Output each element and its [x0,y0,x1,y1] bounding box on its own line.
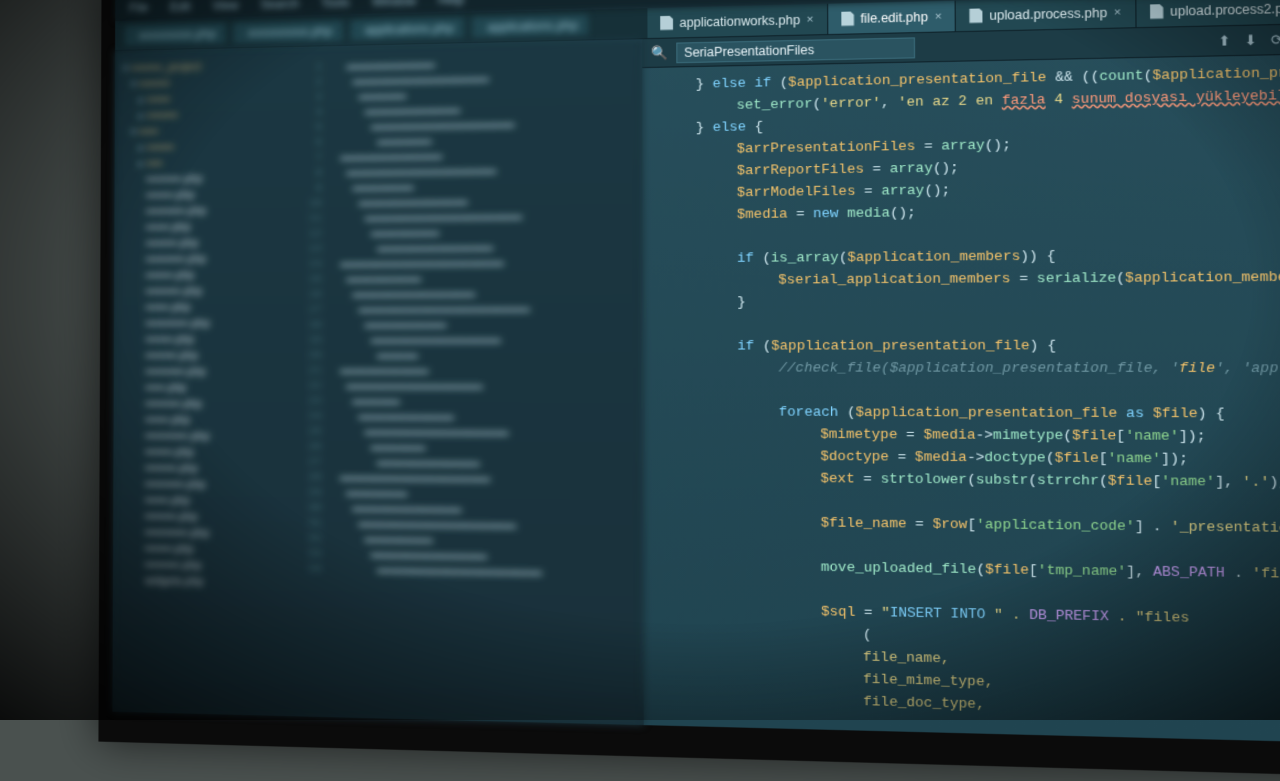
tab-upload-process-php[interactable]: upload.process.php × [956,0,1136,31]
close-icon[interactable]: × [935,10,942,23]
menu-view[interactable]: View [213,0,239,12]
menu-window[interactable]: Window [372,0,416,8]
tree-file[interactable]: ▪▪▪▪▪▪▪▪.php [122,235,293,253]
close-icon[interactable]: × [1114,6,1121,19]
code-line: //check_file($application_presentation_f… [656,357,1280,380]
menu-file[interactable]: File [129,0,148,14]
code-line: 18▬▬▬▬▬▬▬▬▬▬▬▬ [308,317,634,333]
tree-file[interactable]: ▪▪▪▪▪▪.php [121,492,293,510]
code-line: 19▬▬▬▬▬▬▬▬▬▬▬▬▬▬▬▬▬▬▬ [308,333,634,349]
file-icon [1150,4,1164,19]
tab-blurred[interactable]: xxxxxxxxxx.php [234,20,343,43]
tree-file[interactable]: ▪▪▪▪▪▪▪▪▪.php [122,283,293,300]
code-line: 23▬▬▬▬▬▬▬ [307,395,633,411]
tab-file-edit-php[interactable]: file.edit.php × [828,1,957,34]
code-line [656,310,1280,335]
menu-edit[interactable]: Edit [170,0,191,13]
tree-file[interactable]: ▪▪▪▪▪▪▪▪.php [122,348,294,364]
code-line: 16▬▬▬▬▬▬▬▬▬▬▬▬▬▬▬▬▬▬ [308,286,634,303]
tab-blurred[interactable]: applications.php [350,17,464,40]
tree-file[interactable]: ▪▪▪▪▪▪▪.php [122,332,294,348]
code-area[interactable]: } else if ($application_presentation_fil… [642,51,1280,748]
tree-file[interactable]: ▪▪▪▪▪▪▪.php [122,186,293,204]
work-area: ▪▪▪▪▪▪▪▪_project▪▪▪▪▪▪▪▪▪▪▪▪▪▪▪▪▪▪▪▪▪▪▪▪… [112,20,1280,747]
tree-file[interactable]: ▪▪▪▪▪▪▪.php [121,444,293,461]
find-next-icon[interactable]: ⬇ [1242,29,1259,51]
find-input[interactable] [676,37,915,63]
left-blurred-panels: ▪▪▪▪▪▪▪▪_project▪▪▪▪▪▪▪▪▪▪▪▪▪▪▪▪▪▪▪▪▪▪▪▪… [112,39,643,725]
tree-file[interactable]: ▪▪▪▪▪▪.php [122,218,293,236]
code-line: 20▬▬▬▬▬▬ [307,349,633,365]
tree-file[interactable]: ▪▪▪▪▪▪▪▪▪.php [122,396,294,413]
code-line: if ($application_presentation_file) { [656,334,1280,357]
active-editor[interactable]: 🔍 ⬆ ⬇ ⟳ ☰ Match Case Regex ⋯ } else if (… [642,20,1280,747]
code-line [656,379,1280,403]
file-icon [660,15,673,30]
tab-blurred[interactable]: xxxxxxxxx.php [125,23,226,45]
find-close-icon[interactable]: ⟳ [1268,29,1280,51]
secondary-editor[interactable]: 1▬▬▬▬▬▬▬▬▬▬▬▬▬2▬▬▬▬▬▬▬▬▬▬▬▬▬▬▬▬▬▬▬▬3▬▬▬▬… [299,39,643,725]
search-icon: 🔍 [651,44,668,61]
tree-file[interactable]: ▪▪▪▪▪▪▪▪▪▪▪.php [121,428,293,445]
file-icon [969,8,982,23]
file-icon [841,11,854,26]
tree-file[interactable]: ▪▪▪▪▪▪▪.php [122,267,293,284]
code-line: 24▬▬▬▬▬▬▬▬▬▬▬▬▬▬ [307,410,633,427]
tree-file[interactable]: ▪▪▪▪▪▪▪▪▪▪.php [122,202,293,220]
menu-help[interactable]: Help [439,0,465,7]
menu-tools[interactable]: Tools [321,0,350,10]
code-line: 34▬▬▬▬▬▬▬▬▬▬▬▬▬▬▬▬▬▬▬▬▬▬▬▬ [307,562,634,582]
code-line: 22▬▬▬▬▬▬▬▬▬▬▬▬▬▬▬▬▬▬▬▬ [307,379,633,395]
tree-file[interactable]: ▪▪▪▪▪▪▪▪.php [121,460,293,477]
tree-file[interactable]: ▪▪▪▪▪▪.php [122,299,293,316]
tree-file[interactable]: ▪▪▪▪▪▪▪▪▪▪.php [121,476,293,494]
tree-file[interactable]: ▪▪▪▪▪▪.php [122,412,294,429]
tree-file[interactable]: widgets.php [121,573,293,592]
tab-label: applicationworks.php [679,12,800,29]
menu-search[interactable]: Search [260,0,298,11]
code-line: 17▬▬▬▬▬▬▬▬▬▬▬▬▬▬▬▬▬▬▬▬▬▬▬▬▬ [308,302,634,319]
screen: File Edit View Search Tools Window Help xxxxxx… [112,0,1280,747]
code-line: 15▬▬▬▬▬▬▬▬▬▬▬ [308,271,634,288]
tab-label: upload.process.php [989,5,1107,23]
file-tree[interactable]: ▪▪▪▪▪▪▪▪_project▪▪▪▪▪▪▪▪▪▪▪▪▪▪▪▪▪▪▪▪▪▪▪▪… [112,47,299,717]
close-icon[interactable]: × [807,13,814,26]
tab-blurred[interactable]: applications.php [473,14,589,37]
tab-upload-process2-php[interactable]: upload.process2.php× [1136,0,1280,27]
tree-file[interactable]: ▪▪▪▪▪.php [122,380,294,396]
tab-applicationworks-php[interactable]: applicationworks.php × [647,4,827,38]
tab-label: file.edit.php [860,9,928,25]
tab-label: upload.process2.php [1170,0,1280,18]
tree-file[interactable]: ▪▪▪▪▪▪▪▪▪▪.php [122,364,294,380]
find-prev-icon[interactable]: ⬆ [1216,30,1233,52]
monitor-frame: File Edit View Search Tools Window Help xxxxxx… [98,0,1280,781]
code-line: 21▬▬▬▬▬▬▬▬▬▬▬▬▬ [307,364,633,380]
tree-file[interactable]: ▪▪▪▪▪▪▪▪▪▪▪.php [122,315,293,332]
tree-file[interactable]: ▪▪▪▪▪▪▪▪▪▪.php [122,251,293,268]
code-line: } [656,287,1280,313]
